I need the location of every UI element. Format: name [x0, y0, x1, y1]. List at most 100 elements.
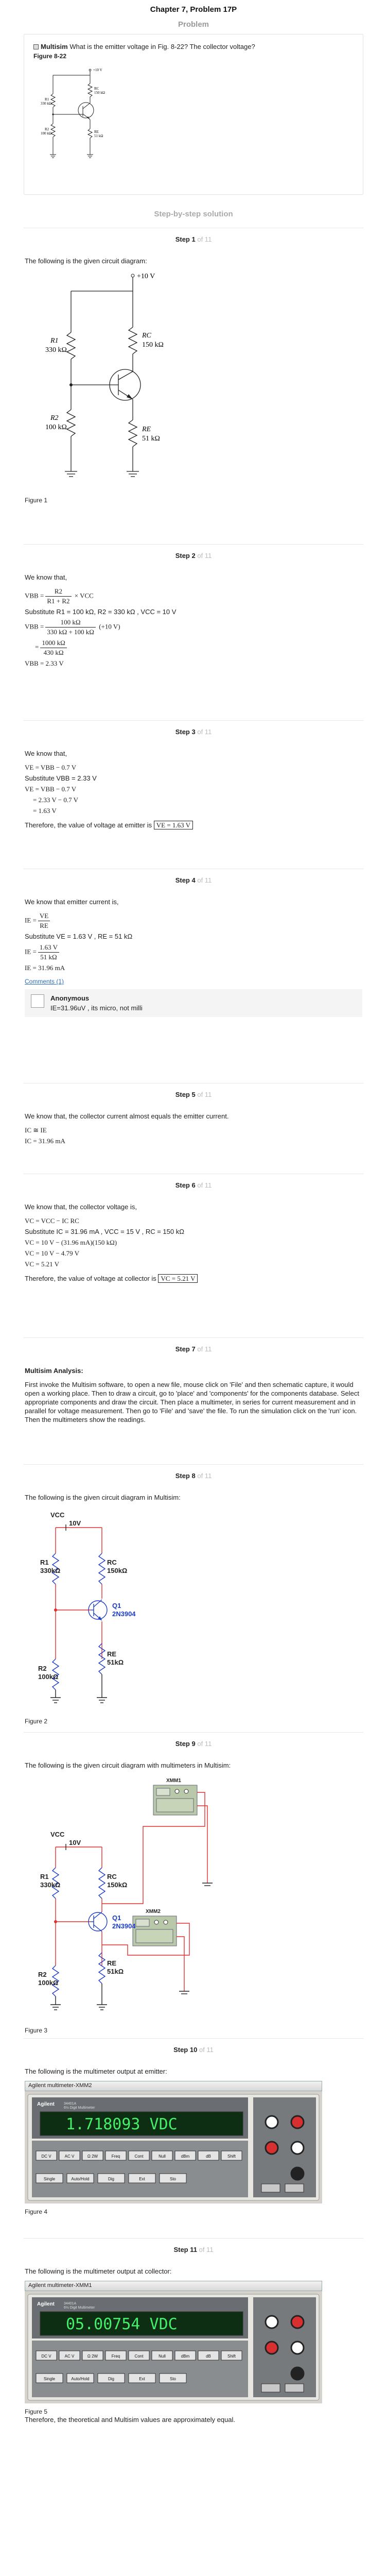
comment-text: IE=31.96uV , its micro, not milli: [50, 1004, 143, 1012]
step-title: Step 3 of 11: [175, 728, 212, 736]
ms-r1-value: 330kΩ: [40, 1567, 60, 1574]
step-title: Step 7 of 11: [175, 1345, 212, 1353]
meter-model: 34401A: [64, 2302, 76, 2306]
meter-button-label: dB: [206, 2354, 211, 2359]
figure-caption: Figure 4: [25, 2208, 48, 2215]
svg-text:R2: R2: [38, 1971, 47, 1978]
fig1-r1-value: 330 kΩ: [45, 346, 67, 354]
step-8: Step 8 of 11 The following is the given …: [24, 1464, 363, 1732]
figure-caption: Figure 5: [25, 2408, 48, 2415]
step-text: The following is the multimeter output a…: [25, 2267, 172, 2275]
meter-button-label: Sto: [170, 2377, 177, 2381]
meter-button-label: Freq: [112, 2354, 120, 2359]
fig1-r2-label: R2: [50, 414, 59, 422]
fig-r1-value: 330 kΩ: [41, 101, 51, 106]
chapter-title: Chapter 7, Problem 17P: [150, 5, 237, 14]
figure-caption: Figure 1: [25, 497, 48, 504]
meter-button-label: Dig: [108, 2177, 114, 2181]
meter-model-sub: 6½ Digit Multimeter: [64, 2306, 95, 2310]
fig-rc-value: 150 kΩ: [94, 91, 105, 95]
comment-item: Anonymous IE=31.96uV , its micro, not mi…: [25, 989, 362, 1017]
step-3: Step 3 of 11 We know that, VE = VBB − 0.…: [24, 720, 363, 869]
meter-button-label: Shift: [227, 2154, 236, 2159]
ms-q1-part: 2N3904: [112, 1610, 136, 1618]
ms-re-value: 51kΩ: [107, 1658, 124, 1666]
meter-button-label: Null: [159, 2354, 166, 2359]
equation-block: IE = VE RE Substitute VE = 1.63 V , RE = 5…: [25, 912, 133, 972]
answer-box: VC = 5.21 V: [158, 1274, 198, 1283]
fig-re-label: RE: [94, 130, 99, 134]
ms-r1-label: R1: [40, 1558, 49, 1566]
step-11: Step 11 of 11 The following is the multi…: [24, 2238, 363, 2449]
problem-box: Multisim What is the emitter voltage in …: [24, 34, 363, 195]
problem-circuit: +10 V R1 330 kΩ RC 150 kΩ R2 100 kΩ RE 5…: [41, 68, 105, 158]
step-7: Step 7 of 11 Multisim Analysis: First in…: [24, 1337, 363, 1464]
fig1-re-label: RE: [142, 426, 151, 433]
step-2: Step 2 of 11 We know that, VBB = R2 R1 + R…: [24, 544, 363, 720]
multimeter-panel: Agilent 34401A 6½ Digit Multimeter 1.718…: [25, 2091, 322, 2204]
ms-rc-value: 150kΩ: [107, 1567, 127, 1574]
step-heading: Multisim Analysis:: [25, 1367, 83, 1375]
avatar: [31, 994, 44, 1008]
figure-caption: Figure 3: [25, 2027, 48, 2034]
meter-button-label: Cont: [135, 2354, 144, 2359]
equation-block: VE = VBB − 0.7 V Substitute VBB = 2.33 V…: [25, 764, 97, 815]
multimeter-window-collector: Agilent multimeter-XMM1 Agilent 34401A 6…: [25, 2281, 322, 2405]
step-conclusion: Therefore, the value of voltage at colle…: [25, 1274, 362, 1283]
answer-box: VE = 1.63 V: [153, 821, 194, 829]
step-text: We know that, the collector voltage is,: [25, 1203, 137, 1211]
ms-rc-label: RC: [107, 1558, 117, 1566]
meter-button-label: DC V: [41, 2354, 51, 2359]
meter-button-label: dB: [206, 2154, 211, 2159]
step-text: We know that emitter current is,: [25, 898, 119, 906]
fig-r2-label: R2: [45, 127, 49, 131]
meter-window-title: Agilent multimeter-XMM2: [25, 2081, 322, 2091]
meter-button-label: Null: [159, 2154, 166, 2159]
figure-label: Figure 8-22: [33, 53, 67, 60]
svg-text:51kΩ: 51kΩ: [107, 1968, 124, 1975]
problem-text: What is the emitter voltage in Fig. 8-22…: [67, 43, 255, 50]
step-10: Step 10 of 11 The following is the multi…: [24, 2038, 363, 2238]
meter-button-label: Ω 2W: [87, 2354, 98, 2359]
step-title: Step 10 of 11: [173, 2046, 214, 2054]
step-text: We know that, the collector current almo…: [25, 1112, 229, 1120]
figure-caption: Figure 2: [25, 1718, 48, 1725]
meter-button-label: dBm: [181, 2154, 190, 2159]
meter-button-label: Ext: [139, 2377, 145, 2381]
meter-reading: 05.00754 VDC: [66, 2315, 178, 2333]
meter-button-label: DC V: [41, 2154, 51, 2159]
fig1-rc-value: 150 kΩ: [142, 341, 164, 349]
step-title: Step 4 of 11: [175, 876, 212, 884]
meter-button-label: Single: [44, 2177, 56, 2181]
meter-button-label: AC V: [65, 2354, 75, 2359]
step-6: Step 6 of 11 We know that, the collector…: [24, 1174, 363, 1337]
multimeter-window-emitter: Agilent multimeter-XMM2 Agilent 34401A 6…: [25, 2081, 322, 2205]
meter-button-label: Dig: [108, 2377, 114, 2381]
xmm2-label: XMM2: [146, 1909, 161, 1914]
equation-block: VBB = R2 R1 + R2 × VCC Substitute R1 = 100…: [25, 587, 177, 667]
final-statement: Therefore, the theoretical and Multisim …: [25, 2416, 235, 2424]
multisim-icon: [33, 44, 39, 49]
problem-question: Multisim What is the emitter voltage in …: [33, 43, 354, 50]
comments-link[interactable]: Comments (1): [25, 978, 362, 985]
ms-r2-value: 100kΩ: [38, 1673, 58, 1681]
circuit-figure-1: +10 V R1 330 kΩ RC 150 kΩ R2 100 kΩ RE 5…: [45, 273, 164, 477]
step-title: Step 9 of 11: [175, 1740, 212, 1748]
page: Chapter 7, Problem 17P Problem Multisim …: [0, 0, 387, 2449]
ms-q1-label: Q1: [112, 1602, 121, 1609]
ms-10v-label: 10V: [69, 1519, 81, 1527]
step-title: Step 2 of 11: [175, 552, 212, 560]
meter-model: 34401A: [64, 2102, 76, 2106]
svg-text:2N3904: 2N3904: [112, 1922, 136, 1930]
svg-text:VCC: VCC: [50, 1831, 65, 1838]
step-title: Step 1 of 11: [175, 235, 212, 243]
svg-text:100kΩ: 100kΩ: [38, 1979, 58, 1987]
comment-author: Anonymous: [50, 994, 90, 1002]
step-title: Step 11 of 11: [173, 2246, 214, 2253]
meter-button-label: dBm: [181, 2354, 190, 2359]
step-paragraph: First invoke the Multisim software, to o…: [25, 1381, 359, 1423]
meter-model-sub: 6½ Digit Multimeter: [64, 2106, 95, 2110]
svg-text:150kΩ: 150kΩ: [107, 1881, 127, 1889]
svg-text:Q1: Q1: [112, 1914, 121, 1922]
step-text: The following is the given circuit diagr…: [25, 1761, 231, 1769]
